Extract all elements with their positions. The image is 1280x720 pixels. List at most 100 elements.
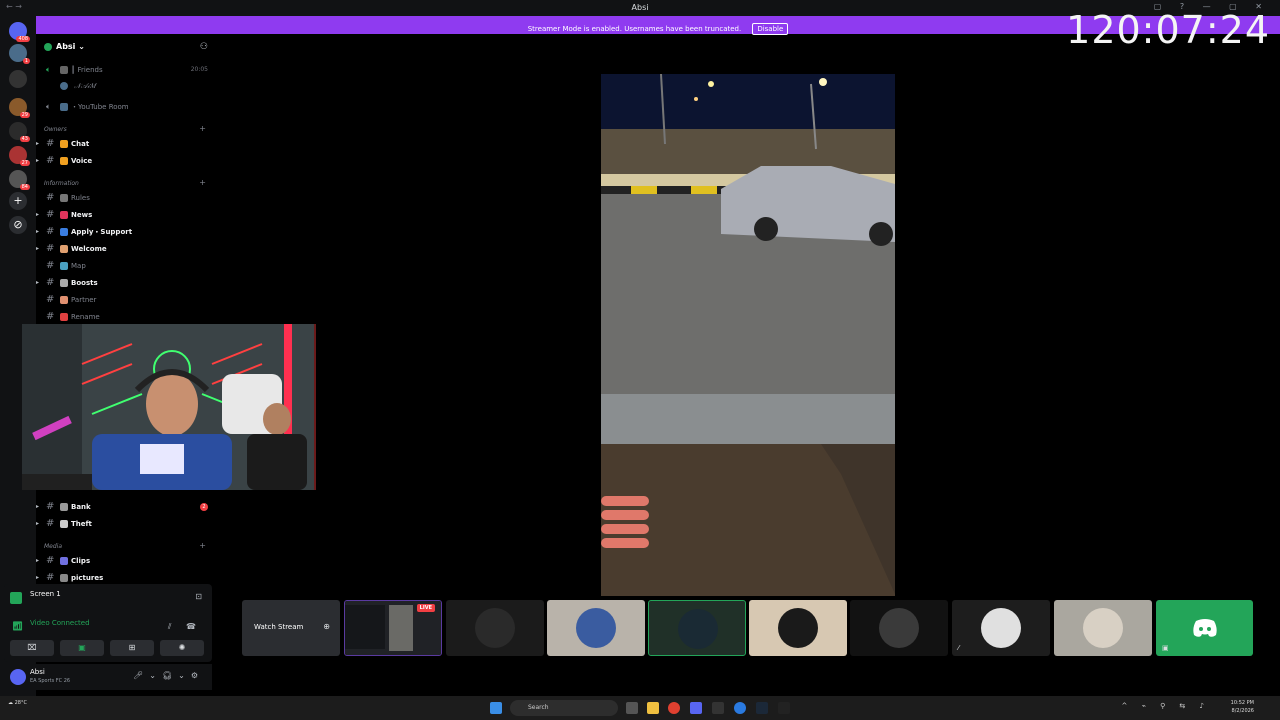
voice-member[interactable]: 𝒩𝒜𝒾𝑀 xyxy=(36,79,216,93)
voice-panel: Screen 1 ⊡ 📶︎ Video Connected ⫽ ☎︎ ⌧ ▣ ⊞… xyxy=(4,584,212,662)
channel-emoji xyxy=(60,211,68,219)
voice-channel[interactable]: 🔈︎ ┃ Friends 20:05 xyxy=(36,63,216,77)
text-channel[interactable]: # Partner xyxy=(36,293,216,307)
participant-tile[interactable] xyxy=(1054,600,1152,656)
system-tray[interactable]: ^ ⌁ ⚲ ⇆ ♪ xyxy=(1122,702,1210,710)
participant-tile[interactable] xyxy=(749,600,847,656)
text-channel[interactable]: ▸ # Chat xyxy=(36,137,216,151)
screen-share-button[interactable]: ▣ xyxy=(60,640,104,656)
participant-tile[interactable] xyxy=(446,600,544,656)
server-badge: 84 xyxy=(19,184,30,190)
category-owners[interactable]: Owners xyxy=(44,126,67,133)
text-channel[interactable]: ▸ # Bank 2 xyxy=(36,500,216,514)
app-icon[interactable] xyxy=(778,702,790,714)
text-channel[interactable]: ▸ # Clips xyxy=(36,554,216,568)
soundboard-button[interactable]: ✺ xyxy=(160,640,204,656)
clock[interactable]: 10:52 PM 8/2/2026 xyxy=(1231,699,1254,715)
participant-tile[interactable]: ▣ xyxy=(1156,600,1253,656)
discord-logo-icon xyxy=(1193,619,1217,637)
chrome-icon[interactable] xyxy=(668,702,680,714)
user-name[interactable]: Absi xyxy=(30,668,45,676)
direct-messages-icon[interactable]: 408 xyxy=(9,22,30,42)
activities-button[interactable]: ⊞ xyxy=(110,640,154,656)
discord-icon[interactable] xyxy=(690,702,702,714)
add-channel-icon[interactable]: + xyxy=(199,178,206,187)
edge-icon[interactable] xyxy=(734,702,746,714)
screen-share-title[interactable]: Screen 1 xyxy=(30,590,61,598)
participant-tile[interactable] xyxy=(648,600,746,656)
channel-emoji xyxy=(60,194,68,202)
zoom-icon[interactable]: ⊕ xyxy=(323,622,330,631)
text-channel[interactable]: ▸ # Boosts xyxy=(36,276,216,290)
add-channel-icon[interactable]: + xyxy=(199,124,206,133)
voice-channel[interactable]: 🔈︎ ・YouTube Room xyxy=(36,100,216,114)
text-channel[interactable]: ▸ # News xyxy=(36,208,216,222)
start-icon[interactable] xyxy=(490,702,502,714)
text-channel[interactable]: ▸ # pictures xyxy=(36,571,216,585)
text-channel[interactable]: ▸ # Apply・Support xyxy=(36,225,216,239)
steam-icon[interactable] xyxy=(756,702,768,714)
user-status: EA Sports FC 26 xyxy=(30,678,71,684)
avatar[interactable] xyxy=(10,669,26,685)
weather-widget[interactable]: ☁︎ 28°C xyxy=(8,700,27,706)
discover-icon[interactable]: ⊘ xyxy=(9,216,27,234)
participant-tile[interactable]: ⁄ xyxy=(952,600,1050,656)
hash-icon: # xyxy=(46,209,55,220)
text-channel[interactable]: # Rules xyxy=(36,191,216,205)
dm-badge: 408 xyxy=(16,36,30,42)
chevron-right-icon: ▸ xyxy=(36,157,40,164)
hash-icon: # xyxy=(46,518,55,529)
channel-label: Apply・Support xyxy=(71,228,133,236)
channel-emoji xyxy=(60,503,68,511)
stop-share-icon[interactable]: ⊡ xyxy=(195,592,202,601)
text-channel[interactable]: ▸ # Theft xyxy=(36,517,216,531)
server-icon[interactable] xyxy=(9,70,27,88)
camera-button[interactable]: ⌧ xyxy=(10,640,54,656)
screen-share-icon xyxy=(10,592,22,604)
user-controls[interactable]: 🎤︎⌄🎧︎⌄⚙︎ xyxy=(133,671,204,680)
voice-status[interactable]: Video Connected xyxy=(30,619,90,627)
hash-icon: # xyxy=(46,192,55,203)
category-media[interactable]: Media xyxy=(44,543,62,550)
server-icon[interactable]: 84 xyxy=(9,170,30,190)
watch-stream-label: Watch Stream xyxy=(254,623,304,631)
taskbar-search[interactable]: Search xyxy=(510,700,618,716)
category-information[interactable]: Information xyxy=(44,180,79,187)
participant-tile[interactable] xyxy=(547,600,645,656)
disconnect-icon[interactable]: ⫽ ☎︎ xyxy=(168,622,202,632)
date-label: 8/2/2026 xyxy=(1231,708,1254,714)
channel-emoji xyxy=(60,103,68,111)
server-icon[interactable]: 43 xyxy=(9,122,30,142)
channel-label: Partner xyxy=(71,296,97,304)
text-channel[interactable]: ▸ # Welcome xyxy=(36,242,216,256)
text-channel[interactable]: # Map xyxy=(36,259,216,273)
screen-share-label: Screen 1 xyxy=(30,590,61,598)
avatar xyxy=(1083,608,1123,648)
stream-preview-tile[interactable]: LIVE xyxy=(344,600,442,656)
server-icon[interactable]: 27 xyxy=(9,146,30,166)
add-server-icon[interactable]: + xyxy=(9,192,27,210)
stream-timer: 120:07:24 xyxy=(1066,8,1270,52)
server-icon[interactable]: 1 xyxy=(9,44,30,64)
disable-button[interactable]: Disable xyxy=(752,23,789,35)
webcam-overlay xyxy=(22,324,316,490)
add-member-icon[interactable]: ⚇ xyxy=(200,42,208,52)
server-icon[interactable]: 29 xyxy=(9,98,30,118)
channel-label: Voice xyxy=(71,157,93,165)
participant-tile[interactable] xyxy=(850,600,948,656)
channel-emoji xyxy=(60,574,68,582)
text-channel[interactable]: # Rename xyxy=(36,310,216,324)
text-channel[interactable]: ▸ # Voice xyxy=(36,154,216,168)
screen-icon: ▣ xyxy=(1162,644,1169,652)
app-icon[interactable] xyxy=(712,702,724,714)
signal-icon[interactable]: 📶︎ xyxy=(12,622,23,632)
chevron-right-icon: ▸ xyxy=(36,140,40,147)
channel-label: Theft xyxy=(71,520,92,528)
watch-stream-tile[interactable]: Watch Stream ⊕ xyxy=(242,600,340,656)
main-stream-view[interactable] xyxy=(601,74,895,596)
add-channel-icon[interactable]: + xyxy=(199,541,206,550)
task-view-icon[interactable] xyxy=(626,702,638,714)
channel-label: Chat xyxy=(71,140,90,148)
server-header[interactable]: Absi ⌄ xyxy=(44,42,85,51)
folder-icon[interactable] xyxy=(647,702,659,714)
